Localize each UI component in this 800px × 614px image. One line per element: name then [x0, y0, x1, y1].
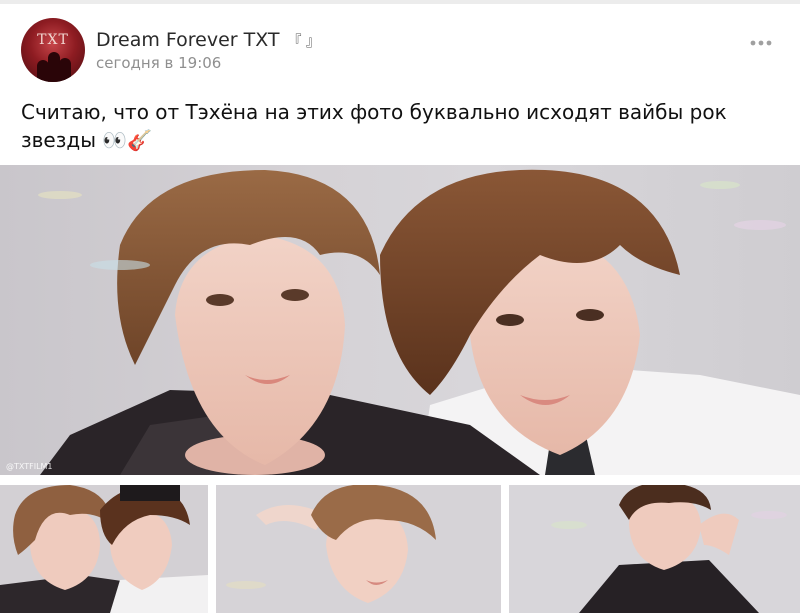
post-card: TXT Dream Forever TXT 『 』 сегодня в 19:06…	[0, 4, 800, 614]
post-photo-thumb-3[interactable]	[509, 485, 800, 613]
avatar-figure	[59, 58, 71, 82]
avatar[interactable]: TXT	[21, 18, 85, 82]
more-icon[interactable]	[750, 40, 772, 46]
post-text: Считаю, что от Тэхёна на этих фото буква…	[21, 100, 727, 152]
photo-watermark: @TXTFILM1	[6, 462, 53, 471]
post-menu-button[interactable]	[750, 30, 772, 51]
avatar-logo-text: TXT	[37, 32, 69, 48]
author-name[interactable]: Dream Forever TXT	[96, 29, 280, 51]
post-photo-main[interactable]: @TXTFILM1	[0, 165, 800, 475]
photo-thumb-2-illustration	[216, 485, 501, 613]
author-decoration: 『 』	[287, 34, 320, 50]
post-photo-thumb-1[interactable]	[0, 485, 208, 613]
photo-thumb-3-illustration	[509, 485, 800, 613]
post-timestamp[interactable]: сегодня в 19:06	[96, 54, 221, 72]
photo-thumb-1-illustration	[0, 485, 208, 613]
author-name-link[interactable]: Dream Forever TXT 『 』	[96, 29, 320, 51]
post-photo-thumb-2[interactable]	[216, 485, 501, 613]
photo-main-illustration	[38, 169, 800, 475]
